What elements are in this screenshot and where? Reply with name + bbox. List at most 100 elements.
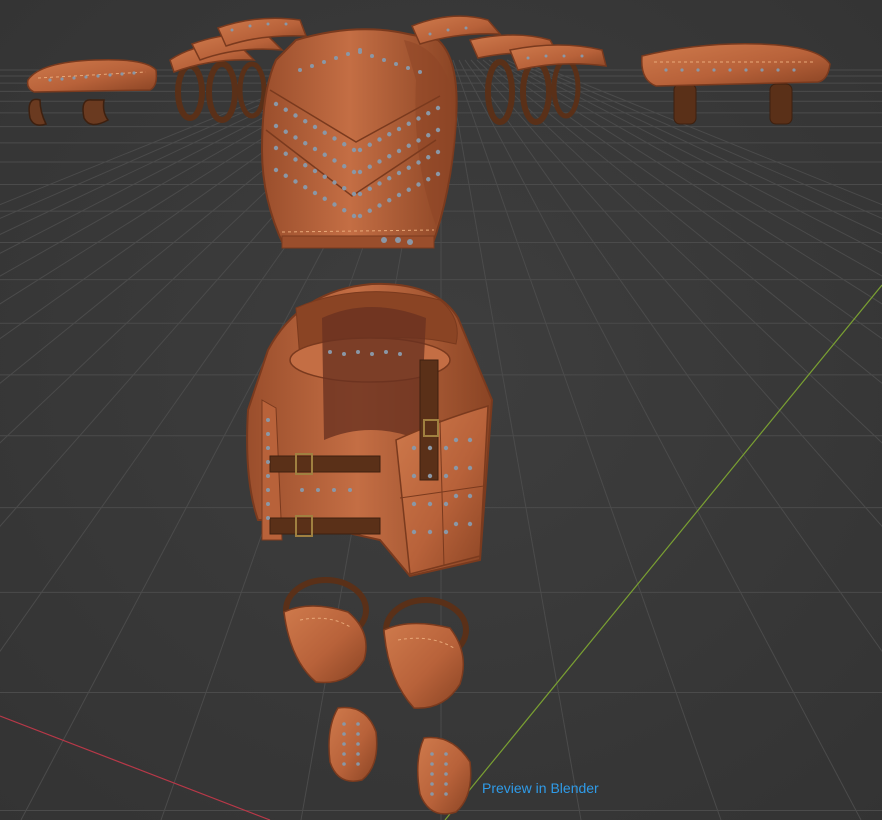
rivet: [427, 473, 433, 479]
rivet: [443, 501, 449, 507]
rivet: [377, 159, 382, 164]
rivet: [426, 111, 431, 116]
rivet: [348, 488, 352, 492]
rivet: [273, 123, 279, 129]
rivet: [430, 792, 434, 796]
rivet: [387, 176, 392, 181]
rivet: [303, 163, 308, 168]
rivet: [453, 521, 459, 527]
rivet: [332, 488, 336, 492]
rivet: [342, 742, 346, 746]
rivet: [351, 169, 357, 175]
rivet: [266, 502, 270, 506]
rivet: [273, 101, 279, 107]
rivet: [266, 474, 270, 478]
rivet: [342, 722, 346, 726]
back-armor: [246, 282, 494, 578]
rivet: [283, 151, 288, 156]
rivet: [443, 445, 449, 451]
rivet: [357, 191, 363, 197]
rivet: [430, 782, 434, 786]
rivet: [266, 432, 270, 436]
rivet: [316, 488, 320, 492]
rivet: [453, 493, 459, 499]
rivet: [377, 137, 382, 142]
rivet: [357, 213, 363, 219]
rivet: [312, 146, 318, 152]
rivet: [416, 160, 421, 165]
rivet: [356, 350, 360, 354]
rivet: [406, 121, 411, 126]
rivet: [332, 180, 337, 185]
rivet: [293, 113, 298, 118]
rivet: [322, 196, 327, 201]
rivet: [407, 239, 413, 245]
rivet: [394, 62, 398, 66]
rivet: [303, 119, 308, 124]
rivet: [303, 141, 308, 146]
rivet: [435, 127, 441, 133]
rivet: [357, 169, 363, 175]
3d-viewport[interactable]: Preview in Blender: [0, 0, 882, 820]
rivet: [342, 732, 346, 736]
rivet: [293, 179, 298, 184]
rivet: [293, 157, 298, 162]
rivet: [351, 147, 357, 153]
rivet: [342, 762, 346, 766]
rivet: [411, 501, 417, 507]
rivet: [467, 521, 473, 527]
rivet: [367, 186, 372, 191]
rivet: [406, 66, 410, 70]
rivet: [396, 170, 402, 176]
rivet: [346, 52, 350, 56]
scene-canvas[interactable]: [0, 0, 882, 820]
rivet: [356, 722, 360, 726]
rivet: [467, 493, 473, 499]
rivet: [426, 133, 431, 138]
rivet: [332, 202, 337, 207]
rivet: [298, 68, 302, 72]
rivet: [300, 488, 304, 492]
rivet: [396, 148, 402, 154]
rivet: [356, 732, 360, 736]
rivet: [427, 501, 433, 507]
rivet: [370, 54, 374, 58]
rivet: [444, 752, 448, 756]
rivet: [342, 752, 346, 756]
rivet: [322, 130, 327, 135]
rivet: [266, 418, 270, 422]
rivet: [356, 752, 360, 756]
rivet: [426, 177, 431, 182]
rivet: [435, 171, 441, 177]
rivet: [342, 186, 347, 191]
rivet: [443, 529, 449, 535]
rivet: [266, 446, 270, 450]
rivet: [310, 64, 314, 68]
rivet: [273, 145, 279, 151]
rivet: [430, 752, 434, 756]
rivet: [430, 762, 434, 766]
rivet: [356, 762, 360, 766]
rivet: [322, 174, 327, 179]
rivet: [406, 165, 411, 170]
rivet: [411, 473, 417, 479]
rivet: [283, 173, 288, 178]
rivet: [444, 792, 448, 796]
preview-caption: Preview in Blender: [482, 780, 599, 796]
rivet: [342, 352, 346, 356]
rivet: [427, 529, 433, 535]
rivet: [351, 213, 357, 219]
rivet: [266, 516, 270, 520]
rivet: [377, 181, 382, 186]
rivet: [435, 149, 441, 155]
rivet: [357, 147, 363, 153]
rivet: [328, 350, 332, 354]
rivet: [453, 465, 459, 471]
rivet: [273, 167, 279, 173]
rivet: [411, 529, 417, 535]
rivet: [396, 192, 402, 198]
rivet: [283, 107, 288, 112]
rivet: [406, 187, 411, 192]
rivet: [467, 437, 473, 443]
rivet: [370, 352, 374, 356]
